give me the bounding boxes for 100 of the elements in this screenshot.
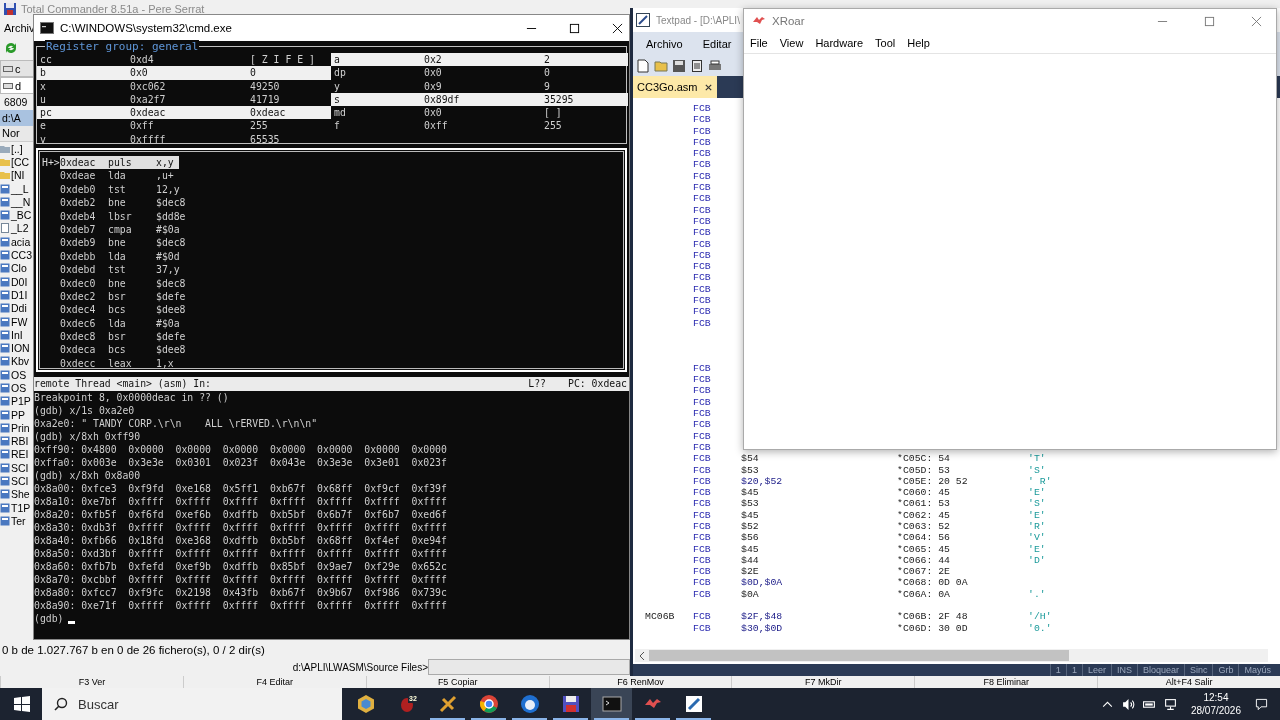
code-mnemonic: FCB bbox=[693, 182, 711, 194]
file-name[interactable]: REI bbox=[11, 448, 29, 461]
code-mnemonic: FCB bbox=[693, 215, 711, 227]
file-name[interactable]: PP bbox=[11, 408, 25, 421]
file-name[interactable]: InI bbox=[11, 328, 23, 341]
taskbar-app-button[interactable] bbox=[591, 688, 632, 720]
network-icon[interactable] bbox=[1163, 697, 1177, 711]
file-name[interactable]: OS bbox=[11, 368, 27, 381]
file-name[interactable]: ION bbox=[11, 342, 30, 355]
instruction-mnemonic: lda bbox=[108, 316, 127, 331]
file-name[interactable]: acia bbox=[11, 235, 31, 248]
instruction-address: 0xdeb7 bbox=[60, 222, 97, 237]
menu-item[interactable]: Archivo bbox=[646, 38, 683, 50]
close-icon[interactable] bbox=[612, 22, 623, 34]
disc-icon bbox=[519, 694, 540, 714]
menu-item[interactable]: Editar bbox=[702, 38, 732, 50]
file-name[interactable]: SCI bbox=[11, 461, 29, 474]
file-name[interactable]: Clo bbox=[11, 262, 27, 275]
menu-item[interactable]: File bbox=[750, 37, 768, 49]
notification-icon[interactable] bbox=[1255, 697, 1268, 711]
column-header[interactable]: Nor bbox=[0, 126, 34, 142]
menu-item[interactable]: Tool bbox=[875, 37, 896, 49]
menu-item[interactable]: Archiv bbox=[4, 22, 35, 34]
hexagon-icon bbox=[355, 694, 376, 714]
code-characters: '.' bbox=[1028, 588, 1046, 600]
console-line: 0x8a10: 0xe7bf 0xffff 0xffff 0xffff 0xffff 0xffff 0xffff 0xffff bbox=[34, 495, 448, 508]
instruction-operand: $dee8 bbox=[156, 343, 187, 357]
console-line: (gdb) x/8xh 0xff90 bbox=[34, 430, 142, 443]
file-name[interactable]: __N bbox=[11, 195, 31, 208]
instruction-address: 0xdebb bbox=[60, 249, 97, 264]
code-mnemonic: FCB bbox=[693, 306, 711, 318]
file-name[interactable]: [..] bbox=[11, 142, 23, 155]
speaker-icon[interactable] bbox=[1121, 697, 1135, 711]
file-name[interactable]: SCI bbox=[11, 475, 29, 488]
print-icon[interactable] bbox=[708, 59, 722, 73]
file-name[interactable]: CC3 bbox=[11, 249, 32, 261]
file-name[interactable]: She bbox=[11, 488, 30, 501]
file-name[interactable]: D1I bbox=[11, 288, 28, 301]
code-mnemonic: FCB bbox=[693, 611, 711, 623]
register-name: a bbox=[334, 53, 341, 67]
clock[interactable]: 12:54 28/07/2026 bbox=[1190, 691, 1241, 717]
menu-item[interactable]: View bbox=[779, 37, 804, 49]
file-name[interactable]: Ter bbox=[11, 514, 26, 527]
window-title: Total Commander 8.51a - Pere Serrat bbox=[21, 3, 205, 15]
instruction-mnemonic: bcs bbox=[108, 303, 127, 317]
breakpoint-marker: H+> bbox=[42, 157, 60, 168]
source-file-icon bbox=[0, 316, 10, 327]
file-name[interactable]: Kbv bbox=[11, 355, 30, 368]
status-text: 0 b de 1.027.767 b en 0 de 26 fichero(s), 0 / 2 dir(s) bbox=[1, 643, 265, 658]
file-name[interactable]: [CC bbox=[11, 155, 30, 168]
close-icon[interactable] bbox=[703, 82, 713, 92]
code-characters: 'S' bbox=[1028, 498, 1046, 510]
menu-item[interactable]: Hardware bbox=[815, 37, 864, 49]
file-name[interactable]: Prin bbox=[11, 421, 30, 434]
file-name[interactable]: Ddi bbox=[11, 302, 27, 315]
file-name[interactable]: D0I bbox=[11, 275, 28, 288]
instruction-mnemonic: lda bbox=[108, 169, 127, 183]
status-field: INS bbox=[1110, 664, 1137, 676]
source-file-icon bbox=[0, 343, 10, 354]
windows-start-icon[interactable] bbox=[14, 696, 30, 712]
path-bar[interactable]: d:\A bbox=[0, 110, 34, 126]
file-name[interactable]: P1P bbox=[11, 395, 31, 408]
code-comment: *C06D: 30 0D bbox=[897, 622, 968, 634]
file-name[interactable]: [NI bbox=[11, 169, 25, 182]
save-icon[interactable] bbox=[672, 59, 686, 73]
file-name[interactable]: __L bbox=[11, 182, 29, 195]
register-hex: 0xdeac bbox=[130, 106, 167, 120]
command-field[interactable] bbox=[428, 659, 630, 675]
new-file-icon[interactable] bbox=[636, 59, 650, 73]
document-icon[interactable] bbox=[690, 59, 704, 73]
code-mnemonic: FCB bbox=[693, 464, 711, 476]
file-name[interactable]: FW bbox=[11, 315, 28, 328]
refresh-icon[interactable] bbox=[4, 41, 18, 55]
code-mnemonic: FCB bbox=[693, 136, 711, 148]
drive-button[interactable]: c bbox=[0, 60, 34, 77]
file-name[interactable]: T1P bbox=[11, 501, 31, 514]
panel-title: Register group: general bbox=[45, 40, 200, 53]
search-field[interactable]: Buscar bbox=[42, 688, 342, 720]
maximize-icon[interactable] bbox=[569, 22, 580, 34]
open-folder-icon[interactable] bbox=[654, 59, 668, 73]
code-mnemonic: FCB bbox=[693, 521, 711, 532]
code-mnemonic: FCB bbox=[693, 453, 711, 465]
file-name[interactable]: _BC bbox=[11, 209, 32, 222]
source-file-icon bbox=[0, 289, 10, 300]
instruction-address: 0xdeca bbox=[60, 343, 97, 357]
horizontal-scrollbar[interactable] bbox=[635, 649, 1268, 662]
file-tab[interactable]: CC3Go.asm bbox=[633, 76, 717, 98]
folder-icon bbox=[0, 156, 10, 167]
code-mnemonic: FCB bbox=[693, 622, 711, 634]
drive-icon bbox=[3, 63, 13, 74]
menu-item[interactable]: Help bbox=[907, 37, 930, 49]
code-mnemonic: FCB bbox=[693, 408, 711, 419]
file-name[interactable]: OS bbox=[11, 382, 27, 394]
scroll-left-icon[interactable] bbox=[638, 650, 646, 661]
source-file-icon bbox=[0, 329, 10, 340]
line-status: L?? bbox=[528, 377, 546, 391]
drive-dropdown[interactable]: d bbox=[0, 77, 34, 94]
file-name[interactable]: RBI bbox=[11, 435, 29, 448]
file-name[interactable]: _L2 bbox=[11, 222, 29, 235]
code-operand: $30,$0D bbox=[741, 622, 783, 634]
